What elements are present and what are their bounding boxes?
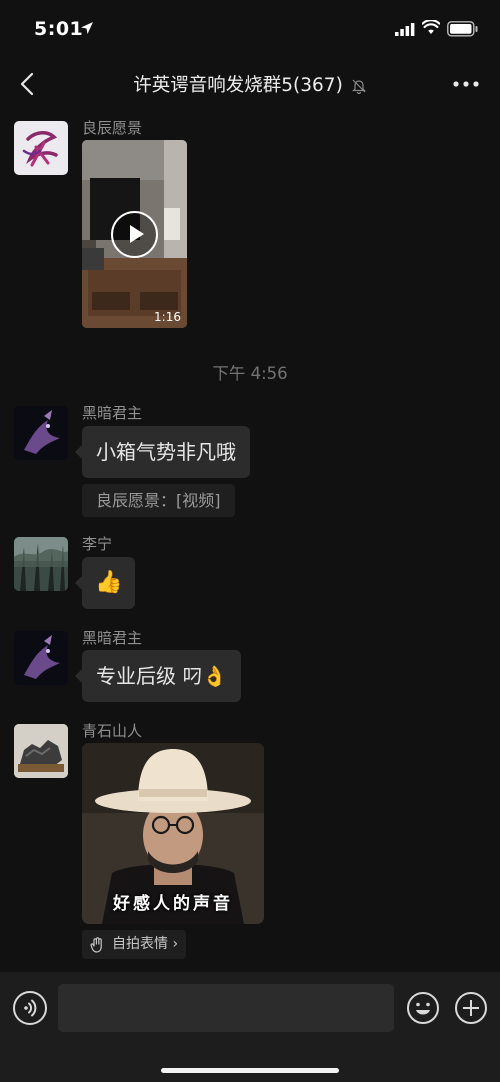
smiley-icon xyxy=(407,992,439,1024)
play-icon xyxy=(130,225,144,243)
avatar[interactable] xyxy=(14,537,68,591)
more-dots-icon xyxy=(453,81,479,87)
mute-bell-icon xyxy=(351,79,366,94)
quoted-message[interactable]: 良辰愿景：[视频] xyxy=(82,484,235,517)
video-duration: 1:16 xyxy=(154,310,181,324)
dragon-avatar-image xyxy=(14,631,68,685)
hand-wave-icon xyxy=(90,937,102,953)
dragon-avatar-image xyxy=(14,406,68,460)
back-button[interactable] xyxy=(12,68,44,100)
plus-circle-icon xyxy=(455,992,487,1024)
battery-icon xyxy=(447,21,478,37)
message-input[interactable] xyxy=(58,984,394,1032)
video-message[interactable]: 1:16 xyxy=(82,140,187,328)
emoji-button[interactable] xyxy=(406,991,440,1025)
rock-avatar-image xyxy=(14,724,68,778)
avatar[interactable] xyxy=(14,631,68,685)
status-time: 5:01 xyxy=(34,18,84,40)
sender-name: 黑暗君主 xyxy=(82,404,143,422)
sender-name: 黑暗君主 xyxy=(82,629,143,647)
sender-name: 良辰愿景 xyxy=(82,119,143,137)
message-bubble[interactable]: 小箱气势非凡哦 xyxy=(75,426,250,478)
forest-avatar-image xyxy=(14,537,68,591)
calligraphy-avatar-image xyxy=(22,131,58,167)
chat-title-wrap: 许英谔音响发烧群5(367) xyxy=(70,71,430,97)
location-arrow-icon xyxy=(81,22,93,34)
selfie-sticker[interactable]: 好感人的声音 xyxy=(82,743,264,924)
more-options-button[interactable] xyxy=(448,70,484,98)
avatar[interactable] xyxy=(14,406,68,460)
input-bar xyxy=(0,972,500,1082)
chevron-left-icon xyxy=(20,72,34,96)
time-separator: 下午 4:56 xyxy=(212,364,288,383)
selfie-sticker-link[interactable]: 自拍表情 › xyxy=(82,930,187,959)
chat-title: 许英谔音响发烧群5(367) xyxy=(133,75,343,96)
voice-input-button[interactable] xyxy=(13,991,47,1025)
status-bar: 5:01 xyxy=(0,0,500,56)
cellular-signal-icon xyxy=(395,23,415,36)
sender-name: 青石山人 xyxy=(82,722,143,740)
wifi-icon xyxy=(422,20,440,34)
play-button[interactable] xyxy=(111,211,158,258)
selfie-caption: 好感人的声音 xyxy=(113,894,233,914)
home-indicator xyxy=(161,1068,339,1073)
more-features-button[interactable] xyxy=(454,991,488,1025)
message-bubble[interactable]: 专业后级 叼👌 xyxy=(74,650,242,702)
avatar[interactable] xyxy=(14,121,68,175)
emoji-message[interactable]: 👍 xyxy=(74,557,136,609)
avatar[interactable] xyxy=(14,724,68,778)
chat-header: 许英谔音响发烧群5(367) xyxy=(0,56,500,112)
voice-icon xyxy=(24,999,37,1017)
sender-name: 李宁 xyxy=(82,535,113,553)
selfie-link-label: 自拍表情 › xyxy=(112,936,179,952)
